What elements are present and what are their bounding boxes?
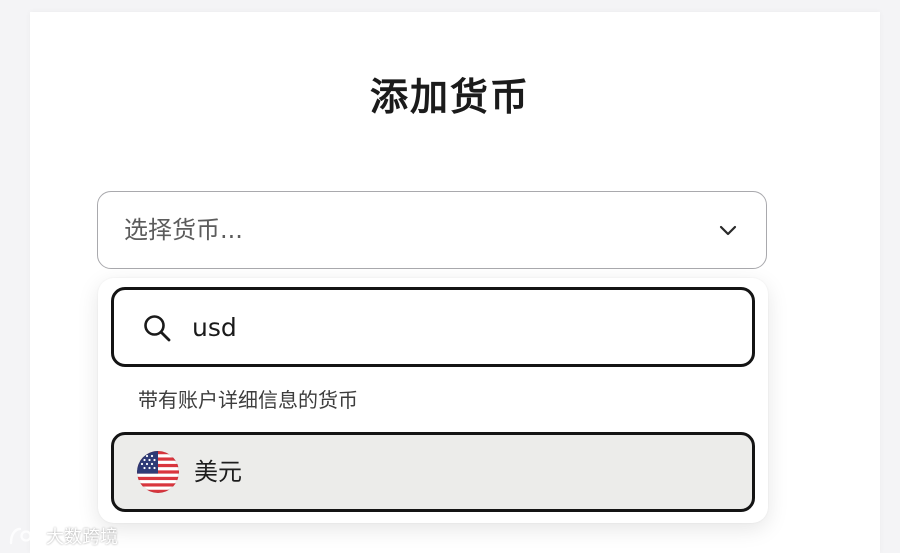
us-flag-icon [137,451,179,493]
currency-dropdown: 带有账户详细信息的货币 [98,278,768,523]
currency-search-box[interactable] [111,287,755,367]
section-label: 带有账户详细信息的货币 [138,388,358,412]
watermark: 大数跨境 [8,522,118,550]
currency-option-usd[interactable]: 美元 [111,432,755,512]
currency-search-input[interactable] [192,308,732,346]
currency-select[interactable]: 选择货币... [97,191,767,269]
watermark-logo-icon [9,527,42,545]
chevron-down-icon [719,225,737,236]
currency-select-placeholder: 选择货币... [124,216,243,244]
currency-option-label: 美元 [194,458,242,486]
page-title: 添加货币 [369,75,530,119]
watermark-text: 大数跨境 [46,527,118,548]
search-icon [144,315,171,342]
